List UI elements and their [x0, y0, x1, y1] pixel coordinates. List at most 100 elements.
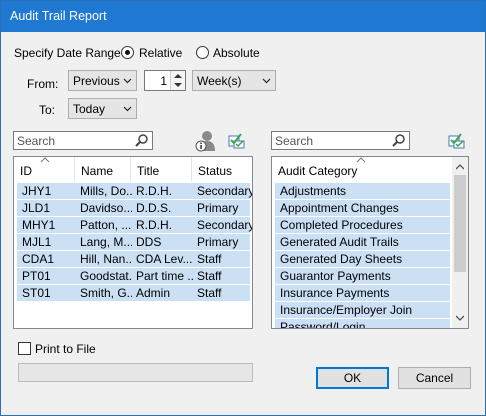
to-dropdown[interactable]: Today	[68, 98, 137, 119]
amount-spinner[interactable]: 1	[144, 70, 186, 91]
list-item-label: Completed Procedures	[280, 218, 403, 232]
to-value: Today	[73, 102, 106, 116]
cell-name: Davidso...	[80, 201, 132, 215]
cell-title: Part time ...	[136, 269, 194, 283]
user-search-input[interactable]: Search	[13, 131, 153, 150]
list-item[interactable]: Appointment Changes	[275, 200, 450, 216]
date-range-label: Specify Date Range	[14, 46, 121, 60]
cell-name: Smith, G...	[80, 286, 132, 300]
to-label: To:	[39, 103, 56, 117]
list-item[interactable]: Insurance/Employer Join	[275, 302, 450, 318]
chevron-down-icon	[123, 106, 132, 112]
column-header-name[interactable]: Name	[75, 157, 131, 181]
cell-status: Primary	[197, 201, 239, 215]
relative-label[interactable]: Relative	[139, 46, 182, 60]
list-item[interactable]: Adjustments	[275, 183, 450, 199]
list-item[interactable]: Insurance Payments	[275, 285, 450, 301]
cell-id: PT01	[22, 269, 51, 283]
amount-value: 1	[160, 74, 167, 88]
checklist-icon[interactable]	[448, 132, 465, 149]
cell-id: JLD1	[22, 201, 51, 215]
table-row[interactable]: MJL1 Lang, M... DDS Primary	[17, 234, 250, 250]
table-row[interactable]: JHY1 Mills, Do... R.D.H. Secondary	[17, 183, 253, 199]
scroll-up-icon[interactable]	[456, 164, 464, 170]
progress-bar	[18, 363, 253, 382]
category-search-placeholder: Search	[275, 134, 314, 148]
list-item-label: Insurance Payments	[280, 286, 390, 300]
cell-title: R.D.H.	[136, 184, 172, 198]
cell-status: Secondary	[197, 218, 253, 232]
print-to-file-checkbox[interactable]	[18, 342, 31, 355]
unit-value: Week(s)	[197, 74, 242, 88]
vertical-scrollbar[interactable]	[452, 157, 468, 328]
users-list[interactable]: ID Name Title Status JHY1 Mills, Do... R.D…	[13, 156, 253, 329]
list-item-label: Insurance/Employer Join	[280, 303, 413, 317]
list-item-label: Adjustments	[280, 184, 347, 198]
unit-dropdown[interactable]: Week(s)	[192, 70, 276, 91]
list-item-label: Generated Audit Trails	[280, 235, 399, 249]
cell-title: D.D.S.	[136, 201, 172, 215]
category-search-input[interactable]: Search	[271, 131, 410, 150]
checklist-icon[interactable]	[228, 132, 245, 149]
cell-status: Staff	[197, 269, 222, 283]
search-icon[interactable]	[135, 133, 149, 148]
column-header-status[interactable]: Status	[192, 157, 252, 181]
cancel-button[interactable]: Cancel	[398, 367, 471, 389]
cell-status: Secondary	[197, 184, 253, 198]
cell-title: R.D.H.	[136, 218, 172, 232]
table-row[interactable]: PT01 Goodstat... Part time ...Staff	[17, 268, 250, 284]
table-row[interactable]: ST01 Smith, G... Admin Staff	[17, 285, 250, 301]
chevron-down-icon	[123, 78, 132, 84]
from-dropdown[interactable]: Previous	[68, 70, 137, 91]
table-row[interactable]: JLD1 Davidso... D.D.S. Primary	[17, 200, 250, 216]
list-item[interactable]: Generated Audit Trails	[275, 234, 450, 250]
cell-id: ST01	[22, 286, 51, 300]
list-item-label: Password/Login	[280, 320, 366, 329]
list-item[interactable]: Completed Procedures	[275, 217, 450, 233]
cell-name: Mills, Do...	[80, 184, 132, 198]
sort-ascending-icon	[40, 157, 50, 163]
cell-status: Staff	[197, 286, 222, 300]
from-value: Previous	[73, 74, 120, 88]
from-label: From:	[27, 77, 59, 91]
cell-name: Patton, ...	[80, 218, 132, 232]
absolute-radio[interactable]	[196, 46, 209, 59]
spin-down-icon[interactable]	[174, 82, 182, 88]
window-title: Audit Trail Report	[10, 9, 107, 23]
cell-title: CDA Lev...	[136, 252, 193, 266]
list-item-label: Generated Day Sheets	[280, 252, 403, 266]
list-item-label: Guarantor Payments	[280, 269, 391, 283]
cell-id: CDA1	[22, 252, 55, 266]
search-icon[interactable]	[392, 133, 406, 148]
spin-up-icon[interactable]	[174, 73, 182, 79]
table-row[interactable]: CDA1 Hill, Nan... CDA Lev... Staff	[17, 251, 250, 267]
relative-radio[interactable]	[121, 46, 134, 59]
scroll-down-icon[interactable]	[456, 315, 464, 321]
cell-name: Lang, M...	[80, 235, 132, 249]
cell-status: Staff	[197, 252, 222, 266]
user-info-icon[interactable]	[194, 129, 218, 153]
print-to-file-label[interactable]: Print to File	[35, 342, 96, 356]
cell-title: DDS	[136, 235, 162, 249]
column-header-id[interactable]: ID	[14, 157, 75, 181]
spinner-buttons[interactable]	[170, 71, 185, 90]
list-item[interactable]: Guarantor Payments	[275, 268, 450, 284]
cell-id: MJL1	[22, 235, 52, 249]
cell-status: Primary	[197, 235, 239, 249]
column-header-title[interactable]: Title	[131, 157, 192, 181]
list-item[interactable]: Generated Day Sheets	[275, 251, 450, 267]
table-row[interactable]: MHY1 Patton, ... R.D.H. Secondary	[17, 217, 253, 233]
chevron-down-icon	[262, 78, 271, 84]
title-bar: Audit Trail Report	[1, 1, 485, 32]
cell-name: Goodstat...	[80, 269, 132, 283]
scrollbar-thumb[interactable]	[454, 175, 466, 272]
sort-ascending-icon	[356, 157, 366, 163]
categories-list[interactable]: Audit Category Adjustments Appointment Ch…	[271, 156, 469, 329]
list-item[interactable]: Password/Login	[275, 319, 450, 329]
absolute-label[interactable]: Absolute	[213, 46, 260, 60]
audit-trail-dialog: Audit Trail Report Specify Date Range Re…	[0, 0, 486, 416]
list-item-label: Appointment Changes	[280, 201, 399, 215]
ok-button[interactable]: OK	[316, 367, 389, 389]
cell-title: Admin	[136, 286, 171, 300]
column-header-audit-category[interactable]: Audit Category	[272, 157, 453, 181]
